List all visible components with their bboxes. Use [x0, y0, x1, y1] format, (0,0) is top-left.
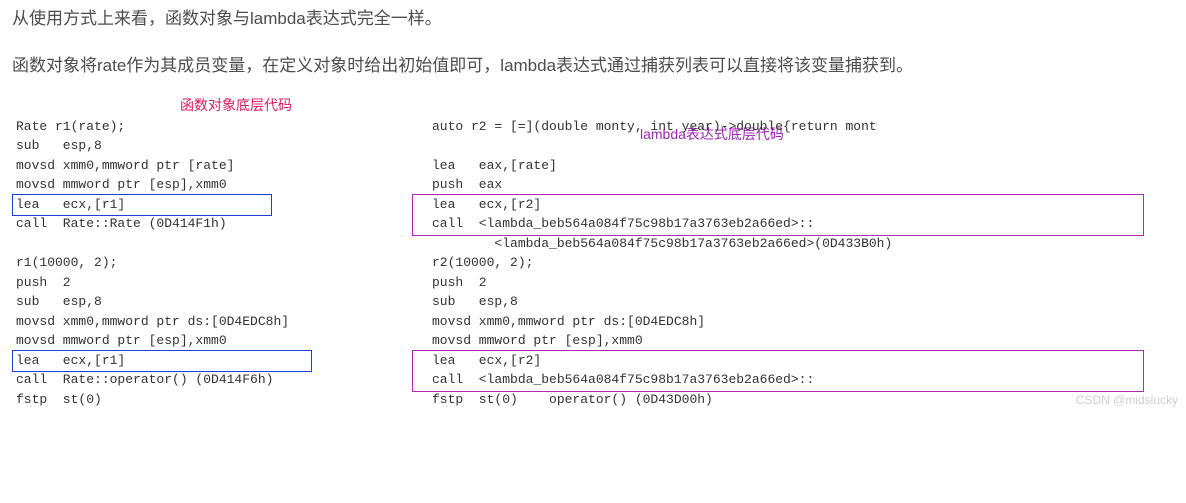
- watermark-text: CSDN @midslucky: [1076, 393, 1178, 407]
- code-line: lea ecx,[r2]: [432, 353, 541, 368]
- code-line: movsd xmm0,mmword ptr [rate]: [16, 158, 234, 173]
- code-line: auto r2 = [=](double monty, int year)->d…: [432, 119, 877, 134]
- code-line: sub esp,8: [16, 294, 102, 309]
- code-line: <lambda_beb564a084f75c98b17a3763eb2a66ed…: [432, 236, 892, 251]
- code-line: movsd mmword ptr [esp],xmm0: [16, 333, 227, 348]
- code-line: Rate r1(rate);: [16, 119, 125, 134]
- code-line: fstp st(0) operator() (0D43D00h): [432, 392, 713, 407]
- code-line: r1(10000, 2);: [16, 255, 117, 270]
- code-line: movsd xmm0,mmword ptr ds:[0D4EDC8h]: [16, 314, 289, 329]
- code-line: movsd mmword ptr [esp],xmm0: [432, 333, 643, 348]
- code-line: sub esp,8: [432, 294, 518, 309]
- code-line: r2(10000, 2);: [432, 255, 533, 270]
- code-line: movsd mmword ptr [esp],xmm0: [16, 177, 227, 192]
- code-line: push eax: [432, 177, 502, 192]
- code-line: movsd xmm0,mmword ptr ds:[0D4EDC8h]: [432, 314, 705, 329]
- code-line: lea ecx,[r1]: [16, 197, 125, 212]
- code-line: push 2: [16, 275, 71, 290]
- code-line: fstp st(0): [16, 392, 102, 407]
- paragraph-1: 从使用方式上来看，函数对象与lambda表达式完全一样。: [12, 4, 1072, 35]
- code-line: lea ecx,[r1]: [16, 353, 125, 368]
- code-line: call Rate::Rate (0D414F1h): [16, 216, 227, 231]
- code-line: call <lambda_beb564a084f75c98b17a3763eb2…: [432, 372, 814, 387]
- code-line: push 2: [432, 275, 487, 290]
- code-line: sub esp,8: [16, 138, 102, 153]
- code-line: lea ecx,[r2]: [432, 197, 541, 212]
- code-line: call Rate::operator() (0D414F6h): [16, 372, 273, 387]
- code-line: call <lambda_beb564a084f75c98b17a3763eb2…: [432, 216, 814, 231]
- code-line: lea eax,[rate]: [432, 158, 557, 173]
- paragraph-2: 函数对象将rate作为其成员变量，在定义对象时给出初始值即可，lambda表达式…: [12, 51, 1072, 82]
